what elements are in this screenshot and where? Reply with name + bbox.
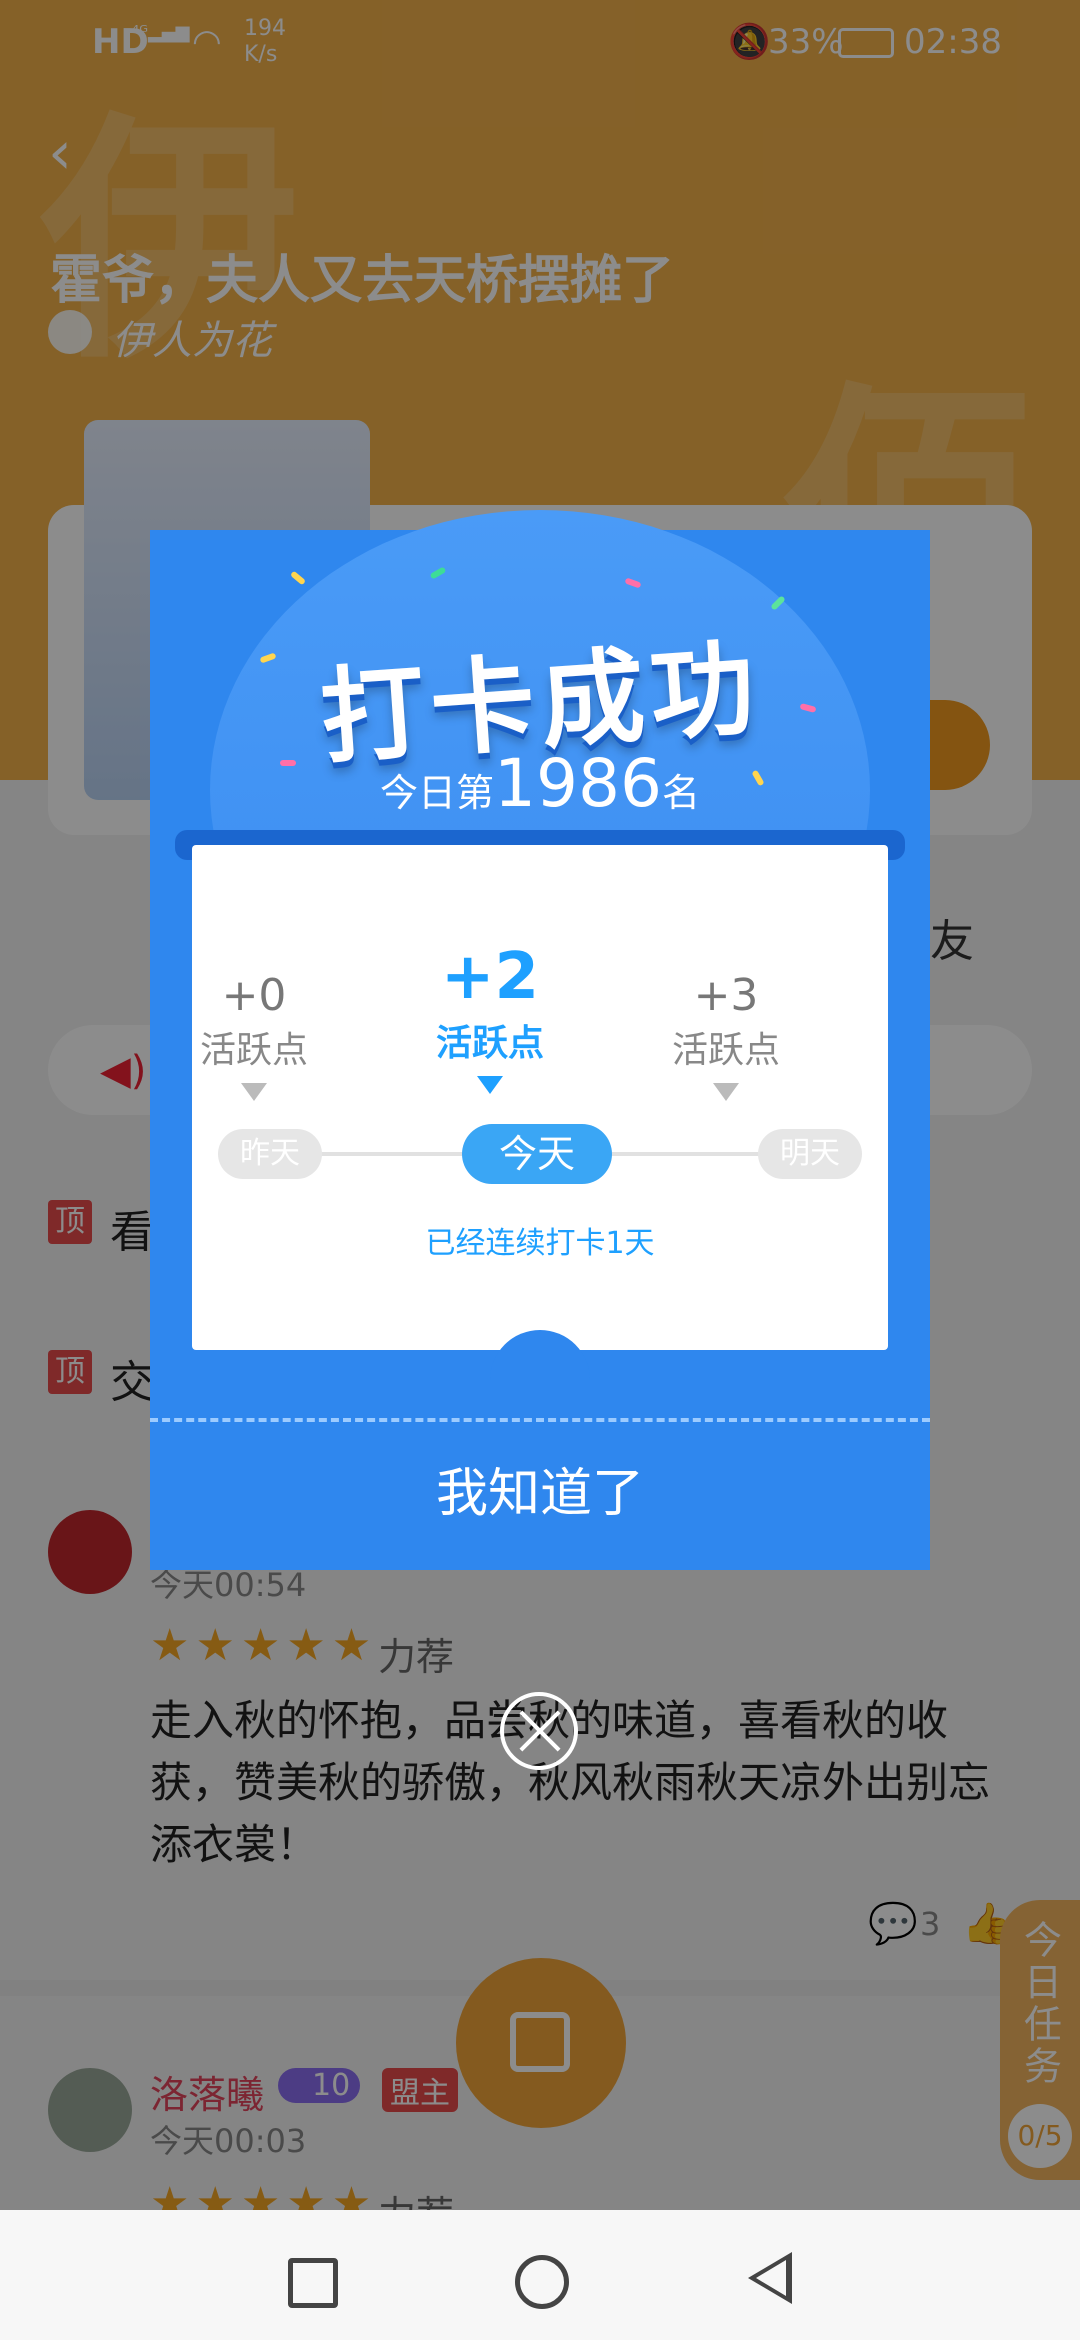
day-column-yesterday: +0 活跃点 xyxy=(154,970,354,1101)
points-label: 活跃点 xyxy=(671,1030,780,1071)
close-icon[interactable] xyxy=(500,1692,578,1770)
streak-text: 已经连续打卡1天 xyxy=(425,1226,655,1261)
day-column-today: +2 活跃点 xyxy=(390,940,590,1094)
recent-apps-button[interactable] xyxy=(288,2258,338,2308)
confirm-button[interactable]: 我知道了 xyxy=(150,1418,930,1570)
down-arrow-icon xyxy=(241,1083,267,1101)
points-value: +0 xyxy=(221,970,287,1021)
day-pill-tomorrow: 明天 xyxy=(758,1129,862,1179)
points-value: +2 xyxy=(440,940,540,1014)
rank-line: 今日第1986名 xyxy=(150,745,930,822)
day-column-tomorrow: +3 活跃点 xyxy=(626,970,826,1101)
rank-suffix: 名 xyxy=(661,771,700,815)
home-button[interactable] xyxy=(515,2255,569,2309)
confetti xyxy=(289,570,307,586)
day-pill-today: 今天 xyxy=(462,1124,612,1184)
checkin-dialog: 打卡成功 今日第1986名 +0 活跃点 +2 活跃点 +3 活跃点 昨天 今天… xyxy=(150,510,930,1570)
rank-prefix: 今日第 xyxy=(380,771,495,815)
day-pill-yesterday: 昨天 xyxy=(218,1129,322,1179)
rank-number: 1986 xyxy=(494,745,662,822)
down-arrow-icon xyxy=(477,1076,503,1094)
back-nav-button[interactable] xyxy=(748,2252,792,2304)
points-label: 活跃点 xyxy=(435,1023,544,1064)
down-arrow-icon xyxy=(713,1083,739,1101)
points-value: +3 xyxy=(693,970,759,1021)
points-label: 活跃点 xyxy=(199,1030,308,1071)
